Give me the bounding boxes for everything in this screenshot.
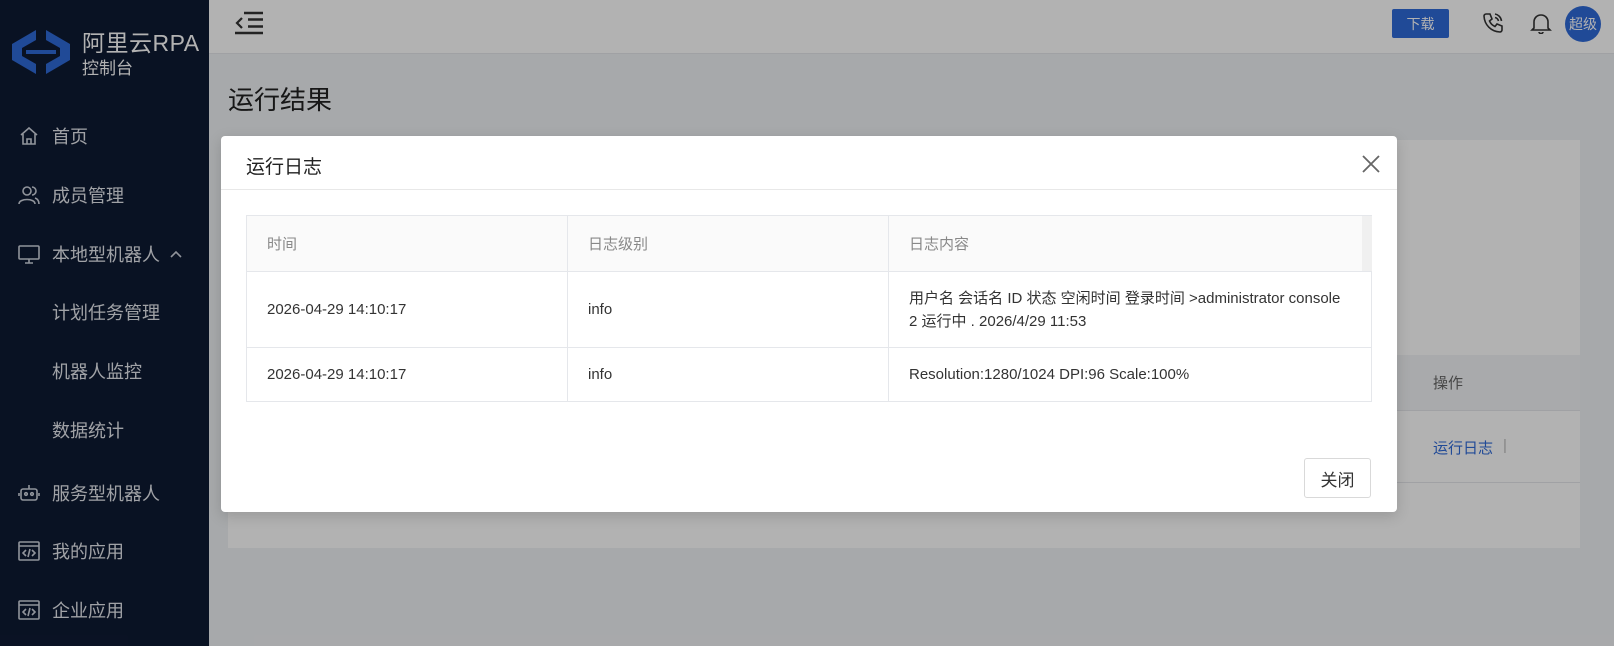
column-header-time: 时间 — [246, 215, 568, 272]
table-header-row: 时间 日志级别 日志内容 — [246, 215, 1372, 272]
log-level: info — [567, 347, 889, 402]
close-button[interactable]: 关闭 — [1304, 458, 1371, 498]
log-table: 时间 日志级别 日志内容 2026-04-29 14:10:17 info 用户… — [246, 215, 1372, 402]
log-content: Resolution:1280/1024 DPI:96 Scale:100% — [888, 347, 1372, 402]
log-time: 2026-04-29 14:10:17 — [246, 347, 568, 402]
log-level: info — [567, 271, 889, 348]
log-content: 用户名 会话名 ID 状态 空闲时间 登录时间 >administrator c… — [888, 271, 1372, 348]
dialog-divider — [221, 189, 1397, 190]
dialog-title: 运行日志 — [246, 157, 323, 178]
table-scrollbar[interactable] — [1362, 216, 1372, 271]
column-header-content: 日志内容 — [888, 215, 1372, 272]
log-time: 2026-04-29 14:10:17 — [246, 271, 568, 348]
column-header-level: 日志级别 — [567, 215, 889, 272]
table-row: 2026-04-29 14:10:17 info Resolution:1280… — [246, 347, 1372, 402]
close-icon[interactable] — [1359, 152, 1383, 176]
run-log-dialog: 运行日志 时间 日志级别 日志内容 2026-04-29 14:10:17 in… — [221, 136, 1397, 512]
table-row: 2026-04-29 14:10:17 info 用户名 会话名 ID 状态 空… — [246, 271, 1372, 348]
